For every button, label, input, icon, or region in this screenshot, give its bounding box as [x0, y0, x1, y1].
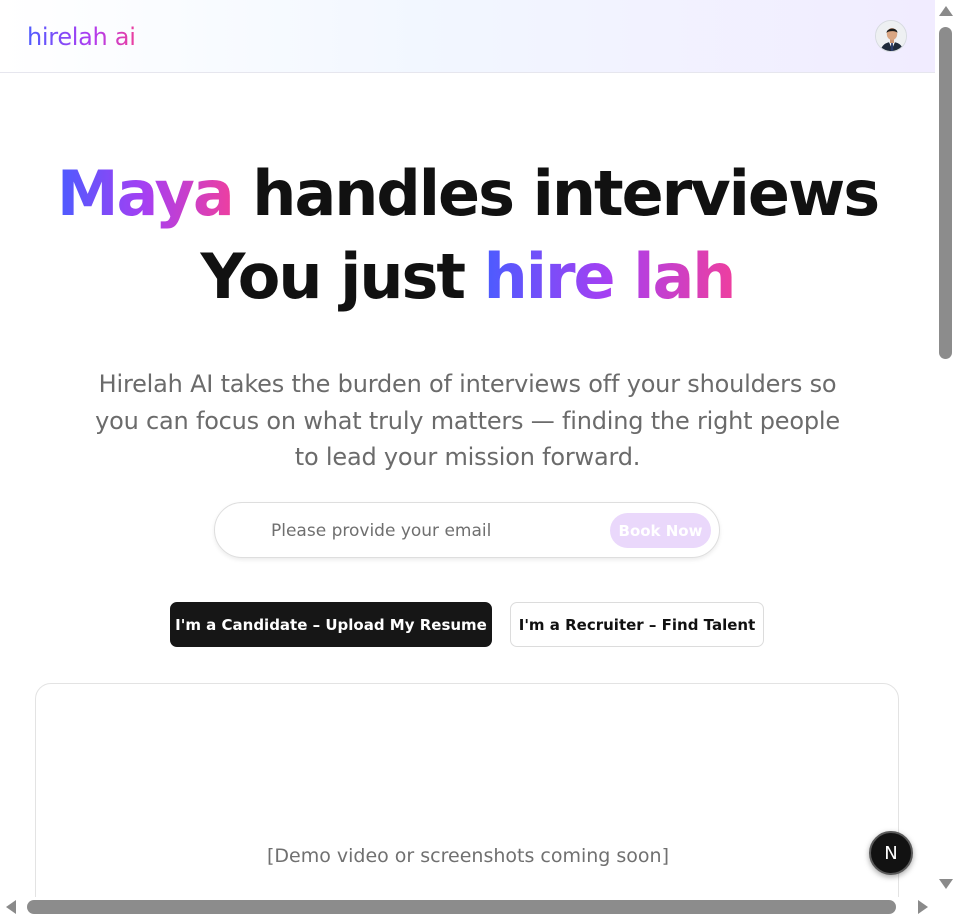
email-signup-form: Book Now — [214, 502, 720, 558]
hero-line-2-text: You just — [200, 240, 484, 313]
hero-subtitle: Hirelah AI takes the burden of interview… — [95, 370, 840, 471]
scroll-up-arrow-icon[interactable] — [939, 6, 953, 16]
hero-highlight-hire-lah: hire lah — [483, 240, 737, 313]
scrollbar-corner — [935, 897, 957, 918]
email-input[interactable] — [269, 517, 599, 545]
recruiter-find-talent-button[interactable]: I'm a Recruiter – Find Talent — [510, 602, 764, 647]
top-nav-bar: hirelah ai — [0, 0, 935, 73]
candidate-upload-resume-button[interactable]: I'm a Candidate – Upload My Resume — [170, 602, 492, 647]
next-dev-badge-icon[interactable]: N — [869, 831, 913, 875]
hero-highlight-maya: Maya — [56, 157, 235, 230]
vertical-scrollbar[interactable] — [935, 0, 957, 897]
book-now-button[interactable]: Book Now — [610, 513, 711, 548]
user-avatar-icon[interactable] — [875, 20, 907, 52]
hero-headline-line-2: You just hire lah — [0, 238, 935, 316]
scroll-left-arrow-icon[interactable] — [6, 900, 16, 914]
page-viewport: hirelah ai Maya handles interviews You j… — [0, 0, 935, 897]
scroll-down-arrow-icon[interactable] — [939, 879, 953, 889]
logo[interactable]: hirelah ai — [27, 22, 136, 52]
hero-headline-line-1: Maya handles interviews — [0, 155, 935, 233]
avatar-portrait-icon — [876, 21, 906, 51]
scroll-right-arrow-icon[interactable] — [918, 900, 928, 914]
hero-line-1-text: handles interviews — [232, 157, 880, 230]
horizontal-scroll-thumb[interactable] — [27, 900, 896, 914]
vertical-scroll-thumb[interactable] — [939, 27, 952, 359]
demo-placeholder-card: [Demo video or screenshots coming soon] — [35, 683, 899, 897]
horizontal-scrollbar[interactable] — [0, 897, 935, 918]
demo-placeholder-text: [Demo video or screenshots coming soon] — [266, 845, 670, 867]
